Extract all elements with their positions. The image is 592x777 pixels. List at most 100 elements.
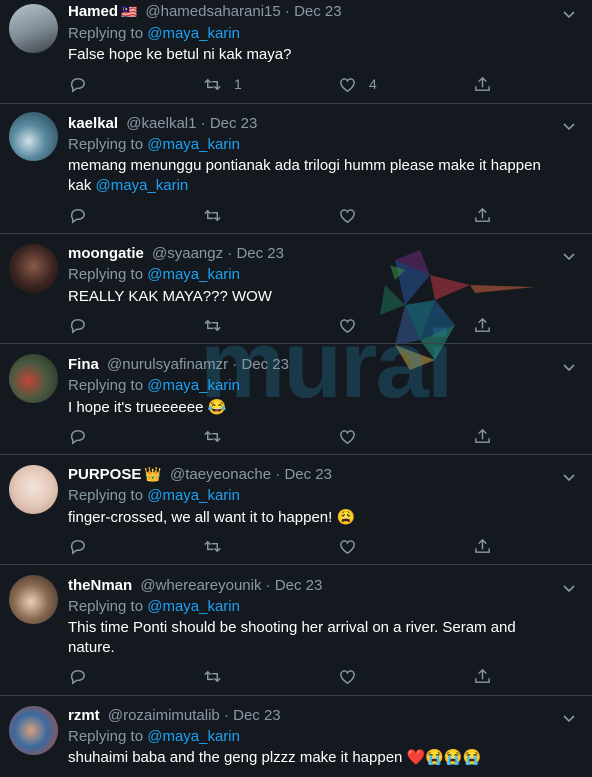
handle[interactable]: @syaangz xyxy=(152,245,223,262)
tweet-6[interactable]: theNman @whereareyounik · Dec 23 Replyin… xyxy=(0,565,592,696)
like-button[interactable] xyxy=(338,426,357,446)
retweet-button[interactable]: 1 xyxy=(203,74,242,94)
tweet-text: finger-crossed, we all want it to happen… xyxy=(68,509,356,526)
share-button[interactable] xyxy=(473,666,492,686)
tweet-1[interactable]: Hamed 🇲🇾 @hamedsaharani15 · Dec 23 Replyi… xyxy=(0,0,592,104)
handle[interactable]: @kaelkal1 xyxy=(126,115,196,132)
reply-mention-link[interactable]: @maya_karin xyxy=(147,377,240,394)
tweet-date[interactable]: Dec 23 xyxy=(210,115,258,132)
handle[interactable]: @hamedsaharani15 xyxy=(145,3,280,20)
share-button[interactable] xyxy=(473,426,492,446)
handle[interactable]: @taeyeonache xyxy=(170,466,271,483)
chevron-down-icon[interactable] xyxy=(561,248,577,264)
like-button[interactable] xyxy=(338,315,357,335)
like-button[interactable] xyxy=(338,536,357,556)
avatar[interactable] xyxy=(9,575,58,624)
tweet-text: REALLY KAK MAYA??? WOW xyxy=(68,288,272,305)
tweet-date[interactable]: Dec 23 xyxy=(233,707,281,724)
tweet-date[interactable]: Dec 23 xyxy=(241,356,289,373)
share-icon xyxy=(475,76,490,91)
reply-mention-link[interactable]: @maya_karin xyxy=(147,266,240,283)
retweet-button[interactable] xyxy=(203,205,222,225)
avatar[interactable] xyxy=(9,354,58,403)
retweet-button[interactable] xyxy=(203,536,222,556)
share-button[interactable] xyxy=(473,205,492,225)
like-button[interactable] xyxy=(338,205,357,225)
share-button[interactable] xyxy=(473,74,492,94)
avatar[interactable] xyxy=(9,706,58,755)
reply-icon xyxy=(70,208,85,224)
heart-and-crying-emoji: ❤️😭😭😭 xyxy=(406,749,482,766)
avatar[interactable] xyxy=(9,4,58,53)
retweet-button[interactable] xyxy=(203,315,222,335)
tweet-5[interactable]: PURPOSE 👑 @taeyeonache · Dec 23 Replying … xyxy=(0,455,592,565)
retweet-icon xyxy=(204,540,221,552)
reply-button[interactable] xyxy=(68,74,87,94)
retweet-icon xyxy=(204,430,221,442)
share-icon xyxy=(475,317,490,332)
display-name[interactable]: PURPOSE xyxy=(68,466,141,483)
tweet-7[interactable]: rzmt @rozaimimutalib · Dec 23 Replying t… xyxy=(0,696,592,777)
tweet-text: I hope it's trueeeeee 😂 xyxy=(68,399,227,416)
tweet-3[interactable]: moongatie @syaangz · Dec 23 Replying to … xyxy=(0,234,592,344)
display-name[interactable]: Hamed xyxy=(68,3,118,20)
chevron-down-icon[interactable] xyxy=(561,6,577,22)
avatar[interactable] xyxy=(9,112,58,161)
share-icon xyxy=(475,538,490,553)
heart-icon xyxy=(340,77,355,92)
display-name[interactable]: theNman xyxy=(68,577,132,594)
share-button[interactable] xyxy=(473,315,492,335)
reply-icon xyxy=(70,77,85,93)
reply-button[interactable] xyxy=(68,426,87,446)
display-name[interactable]: Fina xyxy=(68,356,99,373)
share-icon xyxy=(475,207,490,222)
tweet-date[interactable]: Dec 23 xyxy=(284,466,332,483)
tweet-4[interactable]: Fina @nurulsyafinamzr · Dec 23 Replying … xyxy=(0,344,592,455)
chevron-down-icon[interactable] xyxy=(561,580,577,596)
reply-icon xyxy=(70,669,85,685)
like-button[interactable] xyxy=(338,666,357,686)
tweet-text: memang menunggu pontianak ada trilogi hu… xyxy=(68,157,541,194)
handle[interactable]: @whereareyounik xyxy=(140,577,261,594)
reply-mention-link[interactable]: @maya_karin xyxy=(147,598,240,615)
handle[interactable]: @rozaimimutalib xyxy=(108,707,220,724)
chevron-down-icon[interactable] xyxy=(561,469,577,485)
avatar[interactable] xyxy=(9,465,58,514)
avatar[interactable] xyxy=(9,244,58,293)
reply-mention-link[interactable]: @maya_karin xyxy=(147,25,240,42)
display-name[interactable]: kaelkal xyxy=(68,115,118,132)
reply-mention-link[interactable]: @maya_karin xyxy=(147,487,240,504)
malaysia-flag-icon: 🇲🇾 xyxy=(121,4,138,19)
chevron-down-icon[interactable] xyxy=(561,359,577,375)
retweet-button[interactable] xyxy=(203,426,222,446)
mention-link[interactable]: @maya_karin xyxy=(96,177,189,194)
reply-mention-link[interactable]: @maya_karin xyxy=(147,136,240,153)
chevron-down-icon[interactable] xyxy=(561,710,577,726)
retweet-count: 1 xyxy=(234,76,242,92)
display-name[interactable]: moongatie xyxy=(68,245,144,262)
reply-button[interactable] xyxy=(68,666,87,686)
tweet-date[interactable]: Dec 23 xyxy=(275,577,323,594)
retweet-icon xyxy=(204,670,221,682)
reply-icon xyxy=(70,429,85,445)
reply-icon xyxy=(70,539,85,555)
tweet-date[interactable]: Dec 23 xyxy=(236,245,284,262)
like-count: 4 xyxy=(369,76,377,92)
handle[interactable]: @nurulsyafinamzr xyxy=(107,356,228,373)
share-button[interactable] xyxy=(473,536,492,556)
retweet-icon xyxy=(204,319,221,331)
retweet-button[interactable] xyxy=(203,666,222,686)
heart-icon xyxy=(340,539,355,554)
reply-mention-link[interactable]: @maya_karin xyxy=(147,728,240,745)
tweet-2[interactable]: kaelkal @kaelkal1 · Dec 23 Replying to @… xyxy=(0,104,592,234)
heart-icon xyxy=(340,429,355,444)
display-name[interactable]: rzmt xyxy=(68,707,100,724)
like-button[interactable]: 4 xyxy=(338,74,377,94)
reply-button[interactable] xyxy=(68,205,87,225)
reply-button[interactable] xyxy=(68,315,87,335)
chevron-down-icon[interactable] xyxy=(561,118,577,134)
tweet-date[interactable]: Dec 23 xyxy=(294,3,342,20)
crown-emoji: 👑 xyxy=(144,466,162,482)
reply-button[interactable] xyxy=(68,536,87,556)
tears-of-joy-emoji: 😂 xyxy=(207,399,227,416)
